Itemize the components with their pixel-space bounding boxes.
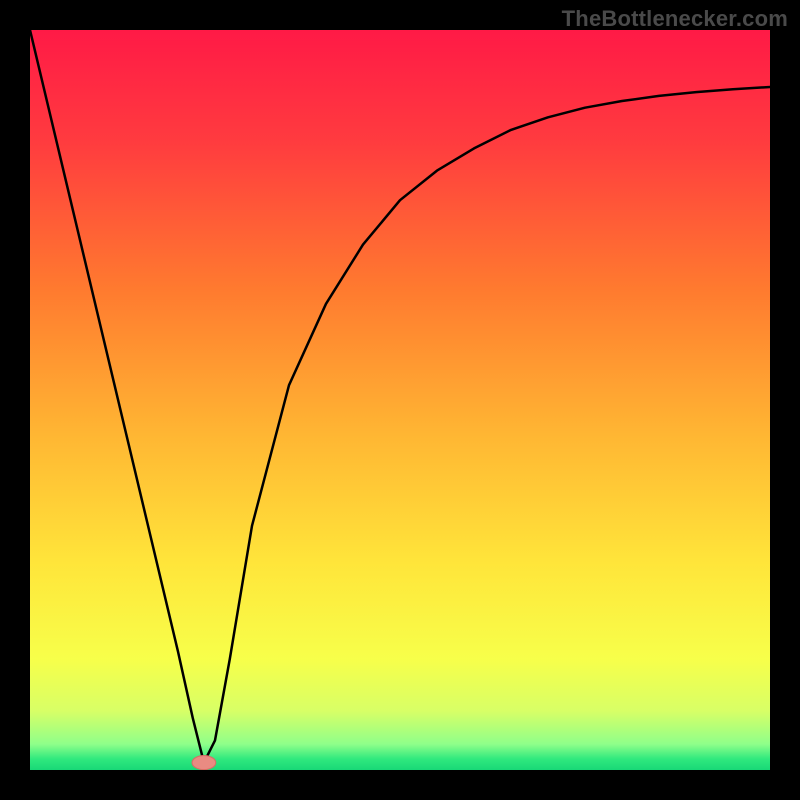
gradient-bg bbox=[30, 30, 770, 770]
marker-layer bbox=[192, 756, 216, 770]
chart-frame: TheBottlenecker.com bbox=[0, 0, 800, 800]
chart-svg bbox=[30, 30, 770, 770]
watermark-text: TheBottlenecker.com bbox=[562, 6, 788, 32]
plot-area bbox=[30, 30, 770, 770]
min-marker bbox=[192, 756, 216, 770]
